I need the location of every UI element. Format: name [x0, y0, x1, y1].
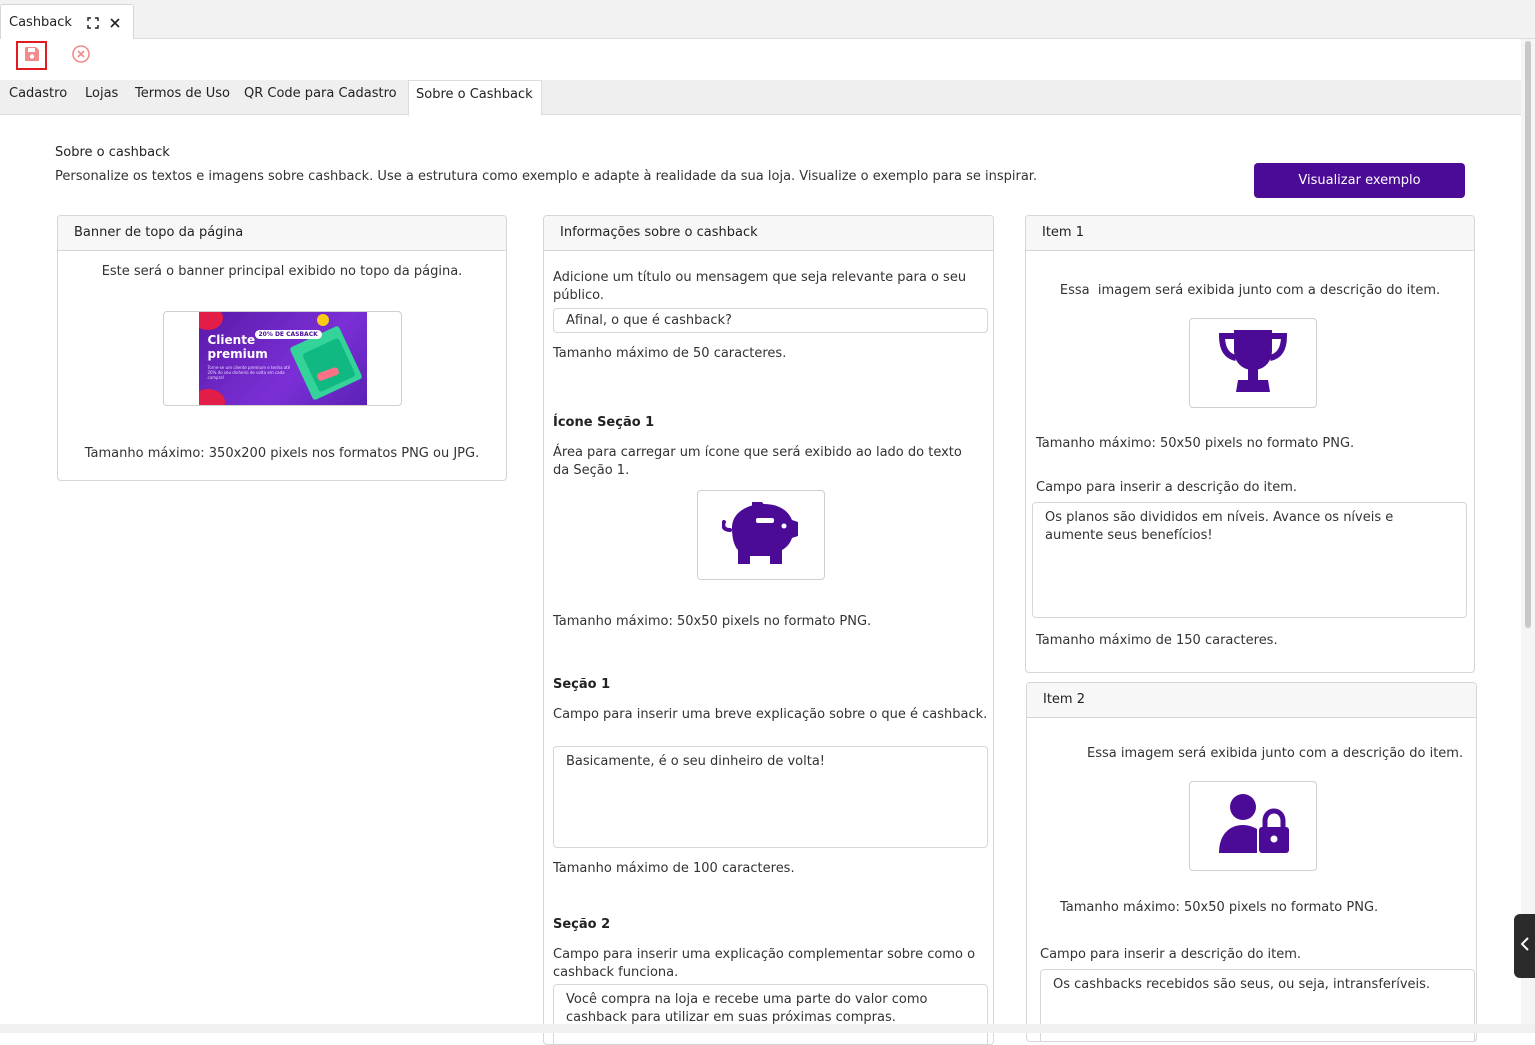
item1-desc-textarea[interactable]: Os planos são divididos em níveis. Avanc…: [1032, 502, 1467, 618]
banner-panel-title: Banner de topo da página: [58, 216, 506, 251]
item1-image-help: Essa imagem será exibida junto com a des…: [1059, 283, 1441, 298]
title-help: Adicione um título ou mensagem que seja …: [553, 270, 967, 303]
item2-image-help: Essa imagem será exibida junto com a des…: [1087, 746, 1464, 761]
icon-section-label: Ícone Seção 1: [553, 415, 655, 430]
banner-size-hint: Tamanho máximo: 350x200 pixels nos forma…: [84, 446, 480, 461]
info-panel-title: Informações sobre o cashback: [544, 216, 993, 251]
section2-help: Campo para inserir uma explicação comple…: [553, 947, 976, 980]
banner-headline-1: Cliente: [207, 333, 256, 347]
side-panel-toggle[interactable]: [1514, 914, 1535, 978]
banner-panel: Banner de topo da página Este será o ban…: [57, 215, 507, 481]
save-button[interactable]: [16, 41, 47, 70]
banner-upload[interactable]: 20% DE CASBACK Cliente premium Torne-se …: [163, 311, 402, 406]
icon-section-upload[interactable]: [697, 490, 825, 580]
trophy-icon: [1216, 328, 1290, 398]
section1-label: Seção 1: [553, 677, 611, 692]
item2-panel: Item 2 Essa imagem será exibida junto co…: [1026, 682, 1477, 1042]
icon-section-help: Área para carregar um ícone que será exi…: [553, 445, 962, 478]
section2-textarea[interactable]: Você compra na loja e recebe uma parte d…: [553, 984, 988, 1044]
tab-termos-de-uso[interactable]: Termos de Uso: [135, 80, 230, 115]
cancel-button[interactable]: [70, 45, 92, 67]
item2-size-hint: Tamanho máximo: 50x50 pixels no formato …: [1060, 900, 1379, 915]
page-title: Sobre o cashback: [55, 145, 170, 160]
tab-cadastro[interactable]: Cadastro: [9, 80, 67, 115]
vertical-scrollbar[interactable]: [1521, 39, 1535, 1024]
section-tabs: Cadastro Lojas Termos de Uso QR Code par…: [0, 80, 1521, 116]
title-limit: Tamanho máximo de 50 caracteres.: [553, 346, 787, 361]
window-tab-cashback[interactable]: Cashback: [0, 4, 134, 40]
section2-label: Seção 2: [553, 917, 611, 932]
close-icon[interactable]: [106, 14, 124, 32]
section1-help: Campo para inserir uma breve explicação …: [553, 707, 988, 722]
horizontal-scrollbar[interactable]: [0, 1024, 1535, 1033]
page-description: Personalize os textos e imagens sobre ca…: [55, 169, 1038, 184]
item1-desc-limit: Tamanho máximo de 150 caracteres.: [1036, 633, 1278, 648]
banner-body: Torne-se um cliente premium e tenha até …: [207, 365, 291, 380]
banner-headline-2: premium: [207, 347, 268, 361]
icon-size-hint: Tamanho máximo: 50x50 pixels no formato …: [553, 614, 872, 629]
vertical-scrollbar-thumb[interactable]: [1525, 41, 1531, 628]
item1-panel: Item 1 Essa imagem será exibida junto co…: [1025, 215, 1475, 673]
banner-description: Este será o banner principal exibido no …: [101, 264, 463, 279]
item1-image-upload[interactable]: [1189, 318, 1317, 408]
toolbar: [0, 39, 1535, 80]
info-panel: Informações sobre o cashback Adicione um…: [543, 215, 994, 1045]
title-input[interactable]: Afinal, o que é cashback?: [553, 308, 988, 333]
window-tab-title: Cashback: [9, 15, 72, 30]
section1-textarea[interactable]: Basicamente, é o seu dinheiro de volta!: [553, 746, 988, 848]
window-tab-strip: Cashback: [0, 0, 1535, 40]
item2-desc-help: Campo para inserir a descrição do item.: [1040, 947, 1302, 962]
banner-image: 20% DE CASBACK Cliente premium Torne-se …: [198, 312, 367, 405]
tab-qr-code[interactable]: QR Code para Cadastro: [244, 80, 397, 115]
preview-example-button[interactable]: Visualizar exemplo: [1254, 163, 1465, 198]
item1-desc-help: Campo para inserir a descrição do item.: [1036, 480, 1298, 495]
chevron-left-icon: [1520, 937, 1530, 955]
item2-image-upload[interactable]: [1189, 781, 1317, 871]
expand-icon[interactable]: [84, 14, 102, 32]
item1-title: Item 1: [1026, 216, 1474, 251]
tab-sobre-o-cashback[interactable]: Sobre o Cashback: [408, 80, 542, 116]
cancel-icon: [71, 44, 91, 68]
user-lock-icon: [1217, 793, 1289, 859]
tab-lojas[interactable]: Lojas: [85, 80, 118, 115]
section1-limit: Tamanho máximo de 100 caracteres.: [553, 861, 795, 876]
piggy-bank-icon: [721, 500, 800, 570]
item1-size-hint: Tamanho máximo: 50x50 pixels no formato …: [1036, 436, 1355, 451]
banner-badge: 20% DE CASBACK: [254, 330, 322, 339]
save-icon: [24, 46, 40, 66]
item2-title: Item 2: [1027, 683, 1476, 718]
